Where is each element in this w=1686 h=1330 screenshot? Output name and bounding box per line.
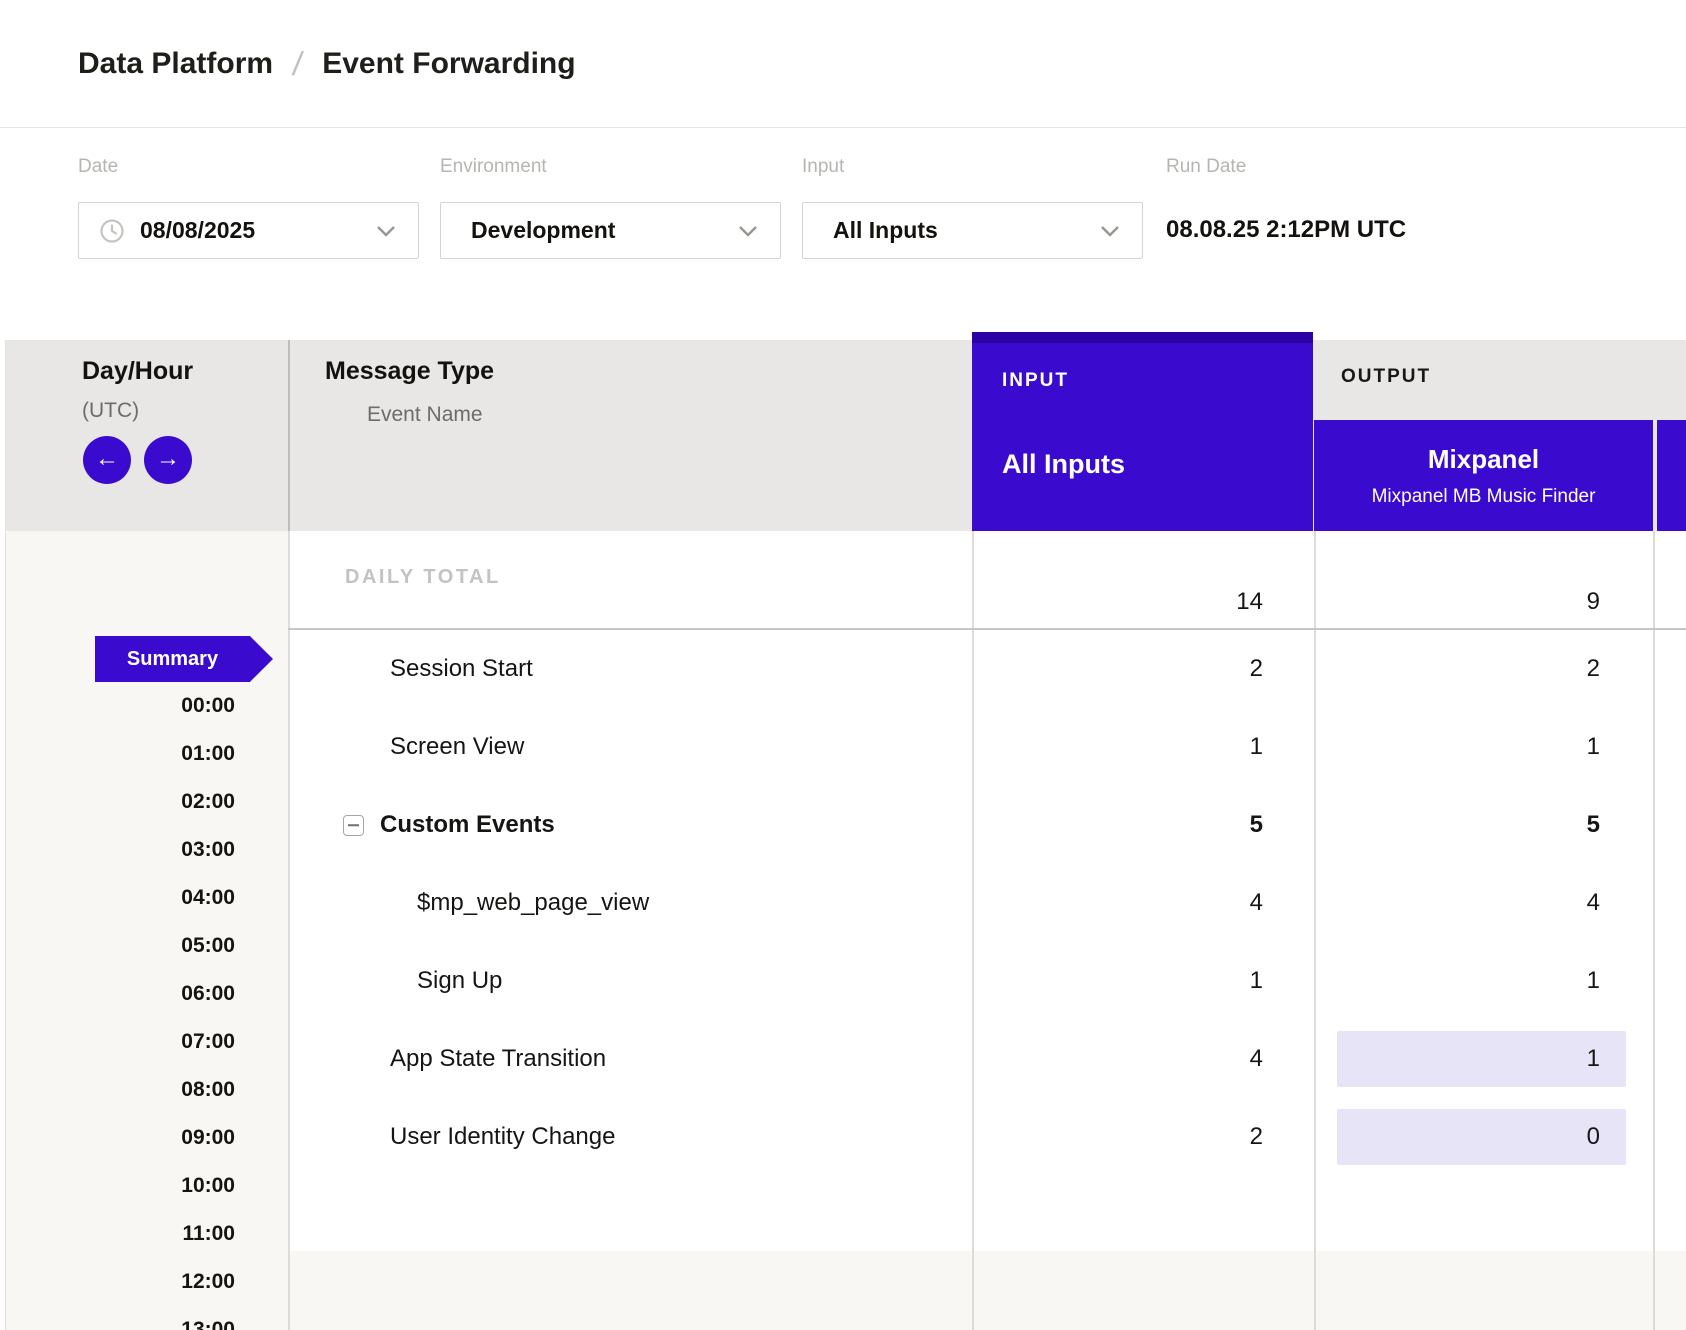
breadcrumb: Data Platform / Event Forwarding: [78, 45, 576, 83]
input-column-header[interactable]: INPUT All Inputs: [972, 332, 1313, 531]
message-type-column-title: Message Type: [325, 357, 494, 386]
hour-rail-item[interactable]: 02:00: [5, 790, 235, 814]
event-rows: Session Start 2 2 Screen View 1 1 Custom…: [288, 630, 1686, 1176]
left-edge-divider: [5, 340, 6, 1330]
arrow-right-icon: →: [156, 445, 180, 472]
hour-rail-sidebar: Summary 00:00 01:00 02:00 03:00 04:00 05:00 06…: [5, 531, 288, 1330]
run-date-value: 08.08.25 2:12PM UTC: [1166, 216, 1406, 244]
output-name: Mixpanel: [1314, 444, 1653, 475]
arrow-left-icon: ←: [95, 445, 119, 472]
output-section-label: OUTPUT: [1341, 366, 1431, 388]
event-name: User Identity Change: [390, 1123, 615, 1151]
date-picker[interactable]: 08/08/2025: [78, 202, 419, 259]
day-hour-column-subtitle: (UTC): [82, 399, 139, 423]
input-count-cell: 4: [1043, 889, 1263, 917]
hour-rail-item[interactable]: 13:00: [5, 1318, 235, 1330]
hour-rail-item[interactable]: 00:00: [5, 694, 235, 718]
hour-rail-item[interactable]: 05:00: [5, 934, 235, 958]
breadcrumb-section[interactable]: Data Platform: [78, 47, 273, 81]
input-count-cell: 1: [1043, 733, 1263, 761]
hour-rail-item[interactable]: 01:00: [5, 742, 235, 766]
collapse-icon[interactable]: [343, 815, 364, 836]
event-name-cell: App State Transition: [390, 1045, 606, 1073]
run-date-label: Run Date: [1166, 156, 1246, 178]
daily-total-label: DAILY TOTAL: [345, 566, 501, 589]
hour-rail-item[interactable]: 07:00: [5, 1030, 235, 1054]
previous-day-button[interactable]: ←: [83, 436, 131, 484]
event-name: Session Start: [390, 655, 533, 683]
event-name: Custom Events: [380, 811, 555, 839]
table-row: User Identity Change 2 0: [288, 1098, 1686, 1176]
column-divider: [288, 340, 290, 531]
output-count-cell: 0: [1380, 1123, 1600, 1151]
table-row: App State Transition 4 1: [288, 1020, 1686, 1098]
table-row: Screen View 1 1: [288, 708, 1686, 786]
hour-rail-item[interactable]: 12:00: [5, 1270, 235, 1294]
top-header: Data Platform / Event Forwarding: [0, 0, 1686, 128]
table-row: Custom Events 5 5: [288, 786, 1686, 864]
next-day-button[interactable]: →: [144, 436, 192, 484]
hour-rail-item[interactable]: 04:00: [5, 886, 235, 910]
event-forwarding-page: Data Platform / Event Forwarding Date En…: [0, 0, 1686, 1330]
hour-rail-item[interactable]: 06:00: [5, 982, 235, 1006]
event-name-cell: $mp_web_page_view: [417, 889, 649, 917]
hour-rail-item[interactable]: 11:00: [5, 1222, 235, 1246]
event-name: Screen View: [390, 733, 524, 761]
summary-row-badge[interactable]: Summary: [95, 636, 273, 682]
day-hour-column-title: Day/Hour: [82, 357, 193, 386]
event-name-cell: Screen View: [390, 733, 524, 761]
input-filter-label: Input: [802, 156, 844, 178]
input-value: All Inputs: [833, 217, 938, 244]
event-name: App State Transition: [390, 1045, 606, 1073]
output-count-cell: 1: [1380, 967, 1600, 995]
input-count-cell: 2: [1043, 1123, 1263, 1151]
event-name-cell: Session Start: [390, 655, 533, 683]
filter-bar: Date Environment Input Run Date 08/08/20…: [0, 128, 1686, 340]
hour-rail-item[interactable]: 09:00: [5, 1126, 235, 1150]
date-filter-label: Date: [78, 156, 118, 178]
input-count-cell: 5: [1043, 811, 1263, 839]
hour-rail-item[interactable]: 08:00: [5, 1078, 235, 1102]
message-type-column-subtitle: Event Name: [367, 403, 483, 427]
input-select[interactable]: All Inputs: [802, 202, 1143, 259]
chevron-down-icon: [376, 225, 396, 237]
hour-rail-item[interactable]: 03:00: [5, 838, 235, 862]
event-name-cell: Sign Up: [417, 967, 502, 995]
output-column-header-mixpanel[interactable]: Mixpanel Mixpanel MB Music Finder: [1314, 420, 1653, 531]
output-count-cell: 1: [1380, 1045, 1600, 1073]
table-row: Session Start 2 2: [288, 630, 1686, 708]
event-name-cell: User Identity Change: [390, 1123, 615, 1151]
input-count-cell: 2: [1043, 655, 1263, 683]
date-value: 08/08/2025: [140, 217, 255, 244]
chevron-down-icon: [1100, 225, 1120, 237]
environment-filter-label: Environment: [440, 156, 547, 178]
output-count-cell: 1: [1380, 733, 1600, 761]
hour-rail-item[interactable]: 10:00: [5, 1174, 235, 1198]
daily-total-row: DAILY TOTAL 14 9: [288, 531, 1686, 628]
event-name: Sign Up: [417, 967, 502, 995]
input-column-name: All Inputs: [1002, 449, 1125, 480]
output-column-header-next-partial[interactable]: [1657, 420, 1686, 531]
event-name-cell: Custom Events: [343, 811, 555, 839]
output-count-cell: 4: [1380, 889, 1600, 917]
table-row: Sign Up 1 1: [288, 942, 1686, 1020]
table-footer-band: [288, 1251, 1686, 1330]
event-name: $mp_web_page_view: [417, 889, 649, 917]
table-row: $mp_web_page_view 4 4: [288, 864, 1686, 942]
input-count-cell: 4: [1043, 1045, 1263, 1073]
output-count-cell: 2: [1380, 655, 1600, 683]
page-title: Event Forwarding: [322, 47, 575, 81]
daily-total-input-value: 14: [1043, 588, 1263, 616]
daily-total-output-value: 9: [1380, 588, 1600, 616]
breadcrumb-separator: /: [290, 45, 305, 83]
clock-icon: [99, 218, 125, 244]
input-section-label: INPUT: [1002, 370, 1069, 392]
environment-value: Development: [471, 217, 615, 244]
output-subname: Mixpanel MB Music Finder: [1314, 486, 1653, 508]
output-count-cell: 5: [1380, 811, 1600, 839]
input-count-cell: 1: [1043, 967, 1263, 995]
environment-select[interactable]: Development: [440, 202, 781, 259]
chevron-down-icon: [738, 225, 758, 237]
